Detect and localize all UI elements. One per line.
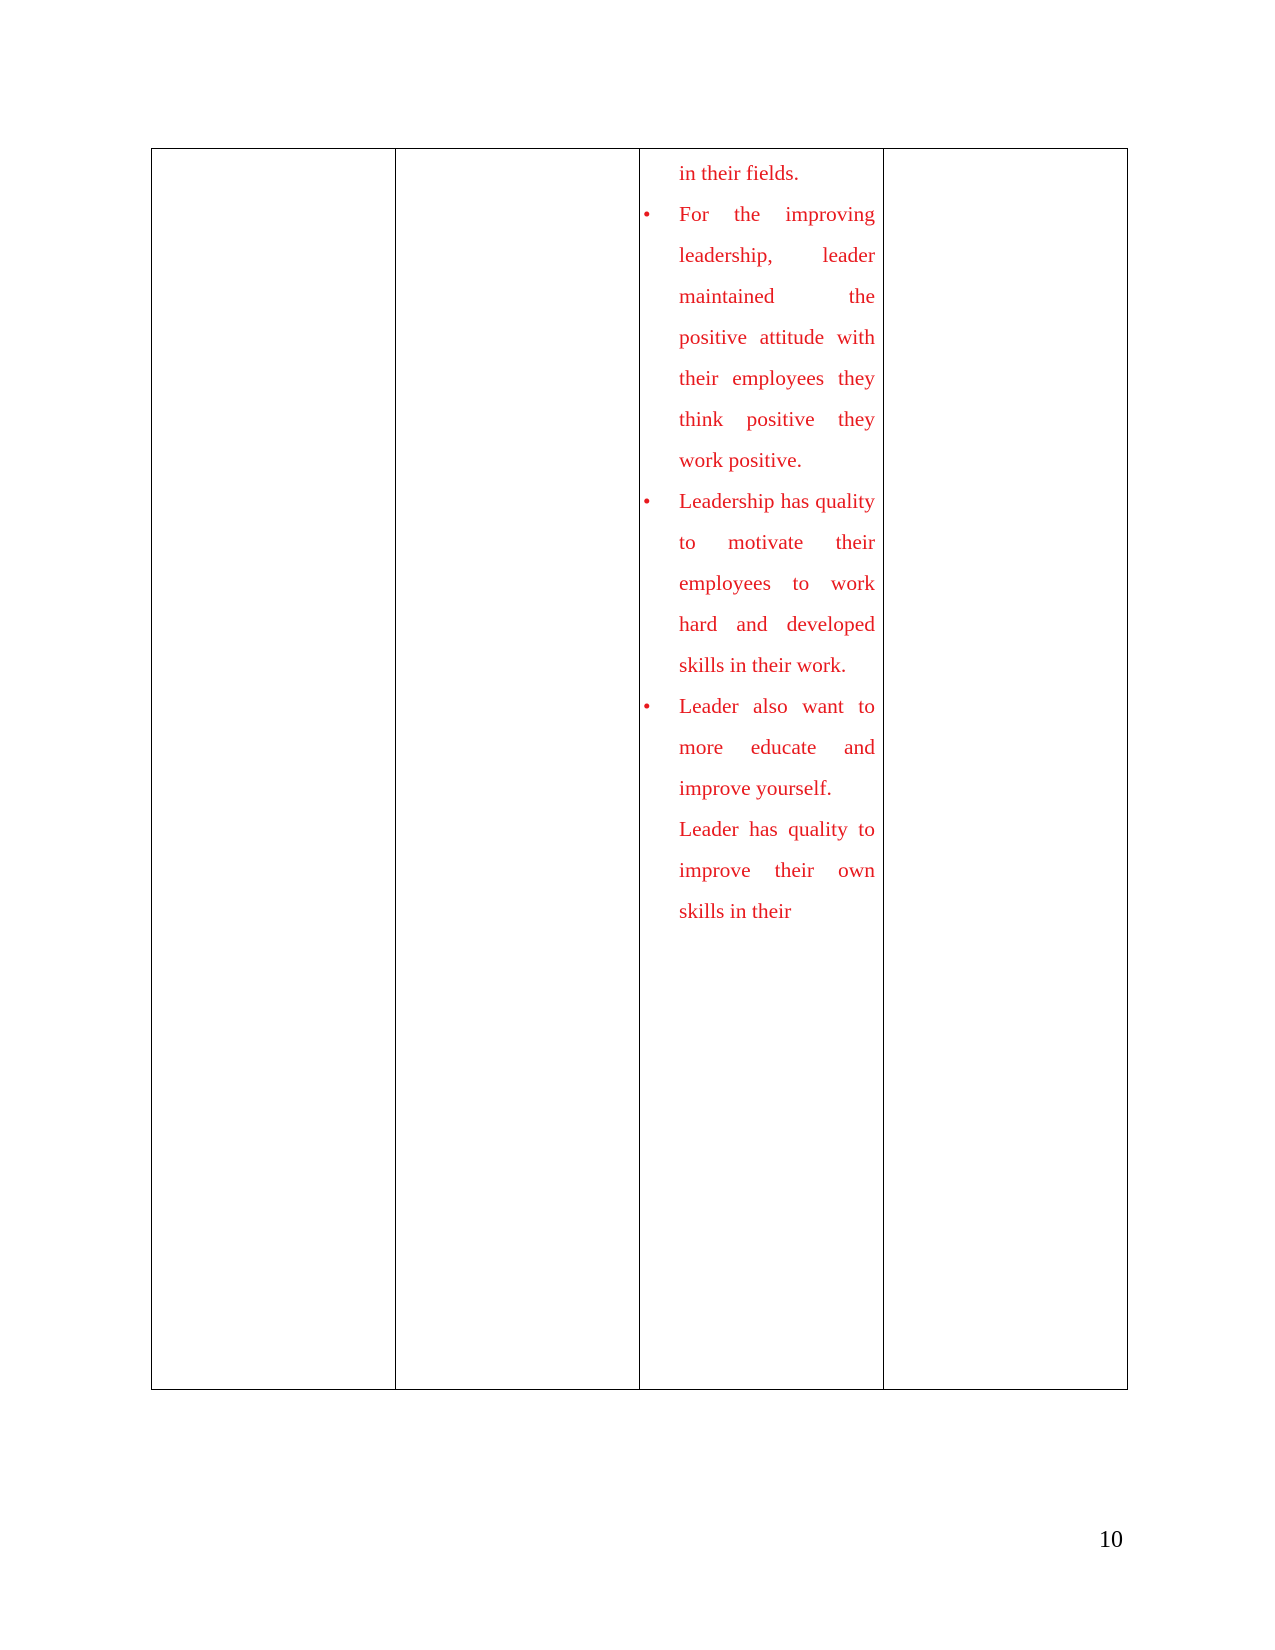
table-cell-column-4 bbox=[883, 148, 1128, 1390]
table-cell-column-3: in their fields. • For the improving lea… bbox=[639, 148, 884, 1390]
cell-content-column-2 bbox=[396, 149, 639, 1389]
bullet-point-icon: • bbox=[643, 489, 651, 513]
table-row: in their fields. • For the improving lea… bbox=[151, 148, 1128, 1390]
list-item-text: Leader also want to more educate and imp… bbox=[679, 694, 875, 800]
bullet-list: • For the improving leadership, leader m… bbox=[643, 194, 877, 809]
trailing-paragraph: Leader has quality to improve their own … bbox=[679, 817, 875, 923]
page-number: 10 bbox=[1099, 1527, 1123, 1553]
table-cell-column-1 bbox=[151, 148, 396, 1390]
bullet-point-icon: • bbox=[643, 202, 651, 226]
cell-content-column-3: in their fields. • For the improving lea… bbox=[640, 149, 883, 1389]
content-table: in their fields. • For the improving lea… bbox=[151, 148, 1128, 1390]
list-item-text: Leadership has quality to motivate their… bbox=[679, 489, 875, 677]
table-cell-column-2 bbox=[395, 148, 640, 1390]
list-item: • For the improving leadership, leader m… bbox=[643, 194, 877, 481]
cell-content-column-4 bbox=[884, 149, 1127, 1389]
document-page: in their fields. • For the improving lea… bbox=[0, 0, 1275, 1650]
list-item: • Leadership has quality to motivate the… bbox=[643, 481, 877, 686]
list-item-text: For the improving leadership, leader mai… bbox=[679, 202, 875, 472]
cell-content-column-1 bbox=[152, 149, 395, 1389]
bullet-point-icon: • bbox=[643, 694, 651, 718]
continuation-text: in their fields. bbox=[679, 161, 800, 185]
list-item: • Leader also want to more educate and i… bbox=[643, 686, 877, 809]
